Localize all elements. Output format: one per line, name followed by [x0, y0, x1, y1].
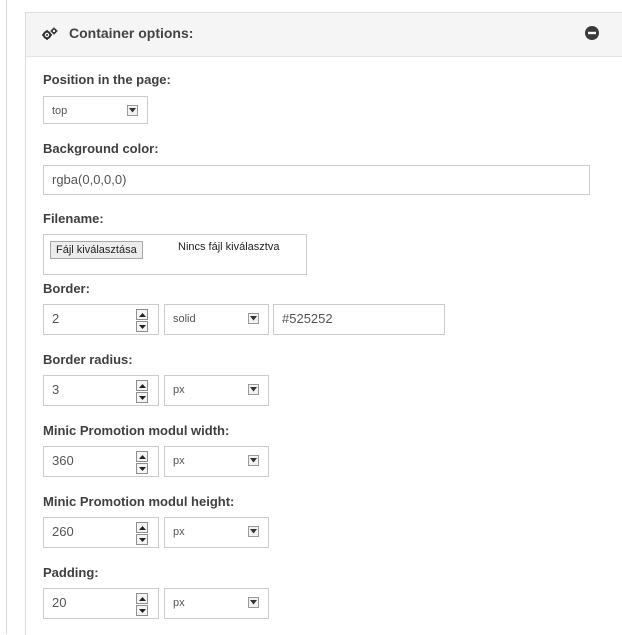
border-radius-unit: px [173, 384, 185, 396]
padding-label: Padding: [43, 565, 99, 580]
stepper-up-icon[interactable] [136, 451, 148, 462]
padding-unit: px [173, 597, 185, 609]
modul-width-unit-select[interactable]: px [164, 446, 269, 477]
modul-width-stepper[interactable] [136, 451, 150, 475]
background-color-value: rgba(0,0,0,0) [52, 172, 127, 187]
border-color-value: #525252 [282, 311, 333, 326]
chevron-down-icon [248, 384, 259, 395]
background-color-label: Background color: [43, 141, 159, 156]
modul-width-value: 360 [52, 453, 74, 468]
filename-label: Filename: [43, 211, 104, 226]
modul-height-unit-select[interactable]: px [164, 517, 269, 548]
modul-height-label: Minic Promotion modul height: [43, 494, 235, 509]
stepper-up-icon[interactable] [136, 309, 148, 320]
border-radius-label: Border radius: [43, 352, 133, 367]
border-style-value: solid [173, 313, 196, 325]
border-color-input[interactable]: #525252 [273, 304, 445, 335]
stepper-down-icon[interactable] [136, 605, 148, 616]
stepper-down-icon[interactable] [136, 534, 148, 545]
file-status: Nincs fájl kiválasztva [178, 241, 280, 253]
minus-circle-icon[interactable] [585, 26, 599, 40]
modul-height-input[interactable]: 260 [43, 517, 159, 548]
chevron-down-icon [127, 105, 138, 116]
stepper-up-icon[interactable] [136, 522, 148, 533]
modul-width-input[interactable]: 360 [43, 446, 159, 477]
container-options-panel: Container options: Position in the page:… [25, 12, 622, 635]
chevron-down-icon [248, 597, 259, 608]
border-label: Border: [43, 281, 90, 296]
chevron-down-icon [248, 313, 259, 324]
border-radius-input[interactable]: 3 [43, 375, 159, 406]
panel-header[interactable]: Container options: [26, 13, 622, 57]
border-radius-unit-select[interactable]: px [164, 375, 269, 406]
padding-stepper[interactable] [136, 593, 150, 617]
stepper-up-icon[interactable] [136, 380, 148, 391]
padding-unit-select[interactable]: px [164, 588, 269, 619]
stepper-down-icon[interactable] [136, 392, 148, 403]
chevron-down-icon [248, 455, 259, 466]
gears-icon [42, 27, 58, 41]
file-input[interactable]: Fájl kiválasztása Nincs fájl kiválasztva [43, 234, 307, 275]
modul-width-label: Minic Promotion modul width: [43, 423, 230, 438]
border-style-select[interactable]: solid [164, 304, 269, 335]
border-width-value: 2 [52, 311, 60, 326]
position-value: top [52, 105, 68, 117]
border-radius-value: 3 [52, 382, 60, 397]
modul-width-unit: px [173, 455, 185, 467]
border-width-stepper[interactable] [136, 309, 150, 333]
chevron-down-icon [248, 526, 259, 537]
stepper-down-icon[interactable] [136, 321, 148, 332]
stepper-down-icon[interactable] [136, 463, 148, 474]
border-radius-stepper[interactable] [136, 380, 150, 404]
position-select[interactable]: top [43, 96, 148, 124]
left-divider [6, 0, 7, 634]
background-color-input[interactable]: rgba(0,0,0,0) [43, 165, 590, 195]
modul-height-unit: px [173, 526, 185, 538]
position-label: Position in the page: [43, 72, 171, 87]
padding-value: 20 [52, 595, 67, 610]
padding-input[interactable]: 20 [43, 588, 159, 619]
border-width-input[interactable]: 2 [43, 304, 159, 335]
panel-title: Container options: [69, 25, 194, 41]
stepper-up-icon[interactable] [136, 593, 148, 604]
modul-height-stepper[interactable] [136, 522, 150, 546]
choose-file-button[interactable]: Fájl kiválasztása [50, 241, 143, 259]
modul-height-value: 260 [52, 524, 74, 539]
